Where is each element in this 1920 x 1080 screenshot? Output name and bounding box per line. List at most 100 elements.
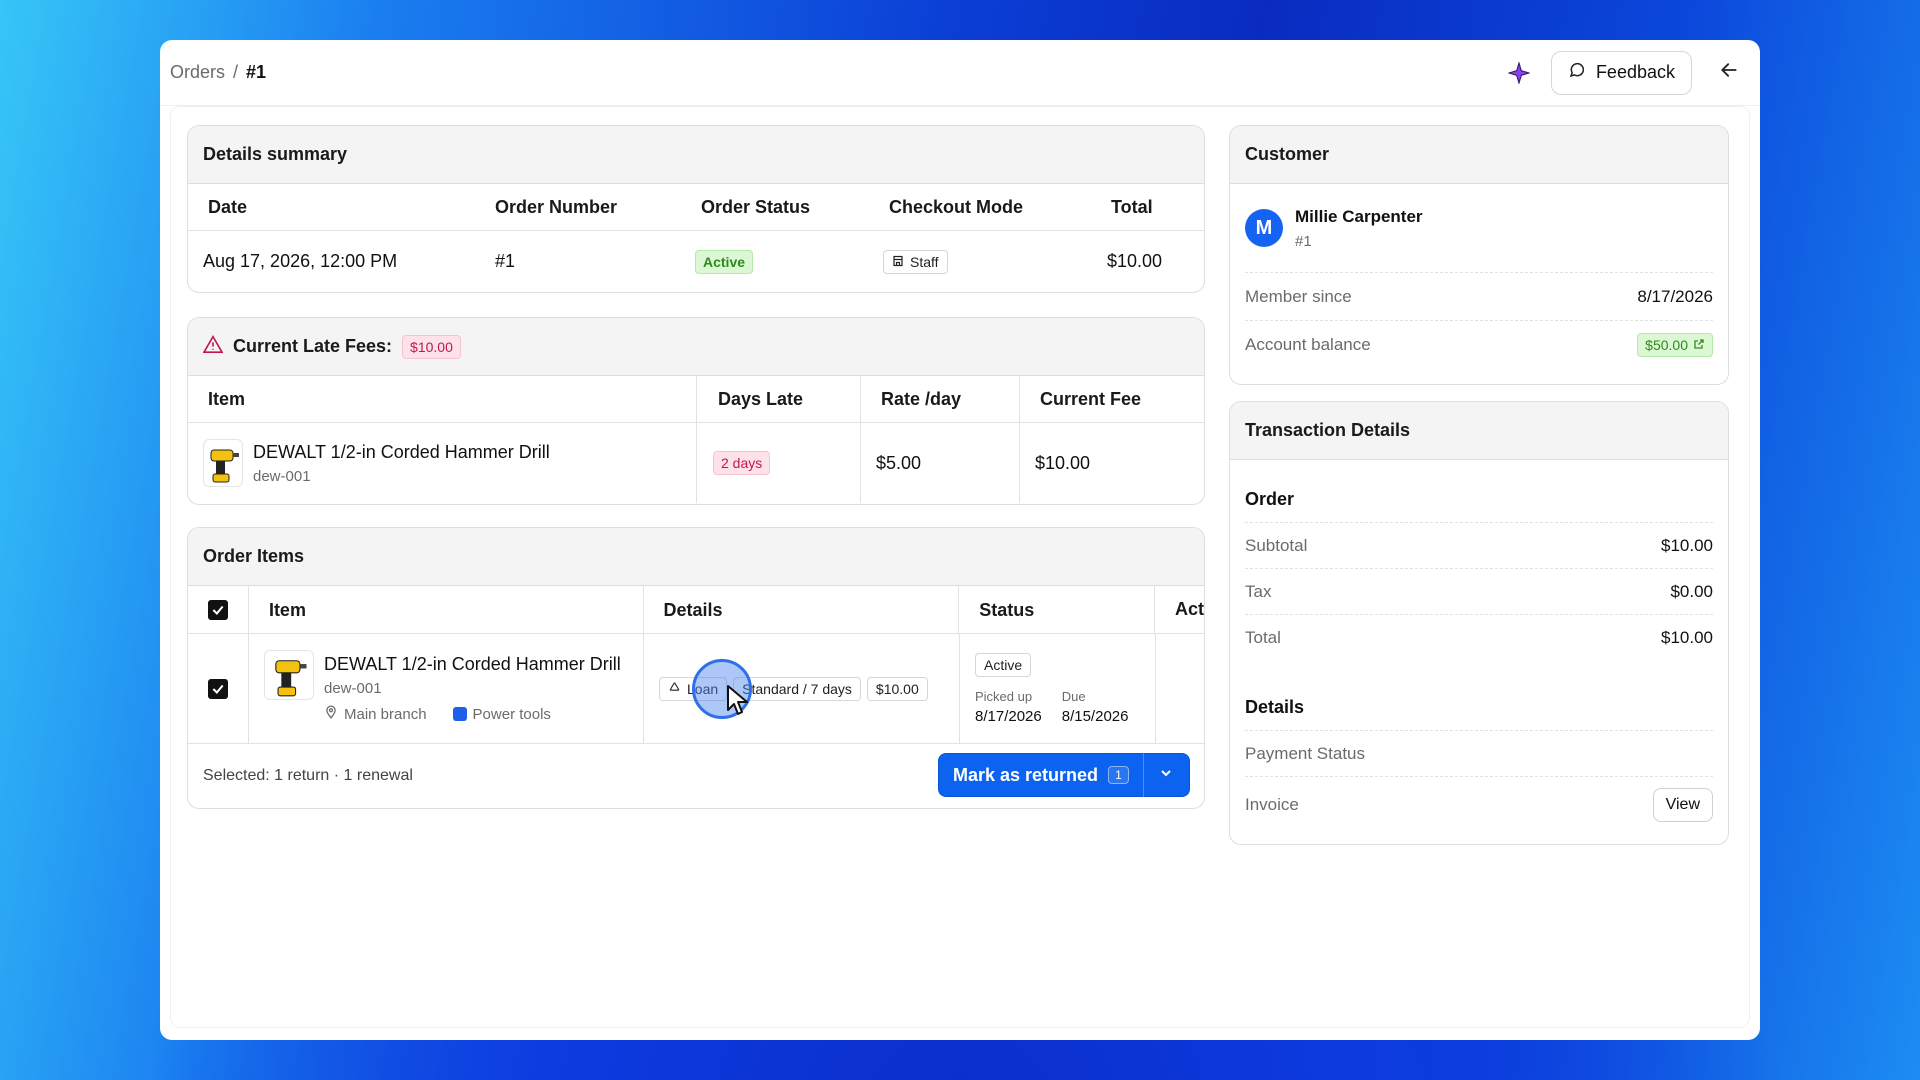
account-balance-badge[interactable]: $50.00 <box>1637 332 1713 357</box>
current-fee-cell: $10.00 <box>1019 423 1204 503</box>
picked-up-date: 8/17/2026 <box>975 707 1042 725</box>
select-all-cell <box>188 585 249 634</box>
location-pin-icon <box>324 705 338 723</box>
breadcrumb-separator: / <box>233 62 239 82</box>
order-item-cell: DEWALT 1/2-in Corded Hammer Drill dew-00… <box>249 633 644 744</box>
order-items-card: Order Items Item Details Status Act DEWA… <box>187 527 1205 809</box>
member-since-label: Member since <box>1245 286 1352 306</box>
customer-id: #1 <box>1295 232 1312 250</box>
late-fees-card: Current Late Fees: $10.00 Item Days Late… <box>187 317 1205 505</box>
main-content: Details summary Date Order Number Order … <box>170 106 1750 1028</box>
tax-row: Tax $0.00 <box>1245 568 1713 614</box>
top-bar: Orders / #1 Feedback <box>160 40 1760 106</box>
recycle-icon <box>668 681 681 697</box>
order-status-badge: Active <box>695 249 754 274</box>
rate-cell: $5.00 <box>860 423 1019 503</box>
member-since-row: Member since 8/17/2026 <box>1245 272 1713 320</box>
mark-as-returned-button[interactable]: Mark as returned 1 <box>939 753 1144 797</box>
breadcrumb-orders-link[interactable]: Orders <box>170 62 225 83</box>
col-actions: Act <box>1174 599 1204 619</box>
arrow-left-icon <box>1719 60 1739 85</box>
details-section-heading: Details <box>1245 697 1305 717</box>
loan-price-badge: $10.00 <box>866 676 928 701</box>
col-status: Status <box>959 585 1155 634</box>
drill-thumbnail <box>264 649 314 700</box>
payment-status-row: Payment Status <box>1245 730 1713 776</box>
customer-card: Customer M Millie Carpenter #1 Member si… <box>1229 125 1729 385</box>
col-checkout-mode: Checkout Mode <box>889 196 1024 217</box>
payment-status-label: Payment Status <box>1245 743 1366 763</box>
due-date: 8/15/2026 <box>1061 707 1129 725</box>
col-details: Details <box>644 585 960 634</box>
late-fees-header-row: Item Days Late Rate /day Current Fee <box>188 375 1204 423</box>
chevron-down-icon <box>1158 765 1174 786</box>
late-fee-row: DEWALT 1/2-in Corded Hammer Drill dew-00… <box>188 423 1204 503</box>
current-fee-value: $10.00 <box>1035 452 1091 473</box>
warning-triangle-icon <box>202 335 224 358</box>
mark-as-returned-dropdown-toggle[interactable] <box>1144 753 1188 797</box>
transaction-details-title: Transaction Details <box>1230 402 1728 460</box>
breadcrumb: Orders / #1 <box>170 62 266 83</box>
loan-plan-badge[interactable]: Standard / 7 days <box>733 676 861 701</box>
feedback-button[interactable]: Feedback <box>1550 50 1692 95</box>
account-balance-value: $50.00 <box>1645 336 1688 353</box>
order-number: #1 <box>495 251 516 271</box>
col-current-fee: Current Fee <box>1019 375 1141 423</box>
account-balance-label: Account balance <box>1245 334 1371 354</box>
invoice-label: Invoice <box>1245 794 1299 814</box>
summary-header-row: Date Order Number Order Status Checkout … <box>188 184 1204 231</box>
order-item-row[interactable]: DEWALT 1/2-in Corded Hammer Drill dew-00… <box>188 633 1204 744</box>
total-value: $10.00 <box>1661 627 1713 647</box>
col-item: Item <box>208 388 246 409</box>
breadcrumb-current: #1 <box>246 62 267 82</box>
subtotal-row: Subtotal $10.00 <box>1245 522 1713 568</box>
late-fee-item-cell: DEWALT 1/2-in Corded Hammer Drill dew-00… <box>188 439 696 487</box>
row-checkbox[interactable] <box>208 678 228 699</box>
account-balance-row: Account balance $50.00 <box>1245 320 1713 368</box>
select-all-checkbox[interactable] <box>207 599 228 620</box>
back-arrow-button[interactable] <box>1712 56 1746 90</box>
selection-summary: Selected: 1 return · 1 renewal <box>203 767 413 784</box>
app-window: Orders / #1 Feedback Details summary Dat… <box>160 40 1760 1040</box>
col-order-number: Order Number <box>495 196 618 217</box>
view-invoice-button[interactable]: View <box>1652 787 1713 822</box>
mark-as-returned-label: Mark as returned <box>953 764 1099 785</box>
col-date: Date <box>208 196 248 217</box>
picked-up-label: Picked up <box>975 688 1033 704</box>
chat-bubble-icon <box>1568 61 1586 84</box>
customer-title: Customer <box>1230 126 1728 184</box>
col-order-status: Order Status <box>701 196 811 217</box>
late-fees-header: Current Late Fees: $10.00 <box>188 318 1204 376</box>
total-label: Total <box>1245 627 1281 647</box>
category-label: Power tools <box>472 705 551 723</box>
ai-sparkle-icon[interactable] <box>1507 61 1531 85</box>
location-label: Main branch <box>344 705 427 723</box>
category-color-swatch <box>452 707 467 721</box>
member-since-value: 8/17/2026 <box>1637 286 1713 306</box>
order-total: $10.00 <box>1107 251 1163 271</box>
order-section-heading: Order <box>1245 489 1295 509</box>
row-select-cell <box>188 633 249 744</box>
order-item-details-cell: Loan Standard / 7 days $10.00 <box>644 633 960 744</box>
action-count-badge: 1 <box>1108 766 1129 784</box>
subtotal-value: $10.00 <box>1661 535 1713 555</box>
days-late-cell: 2 days <box>696 423 860 503</box>
col-total: Total <box>1111 196 1153 217</box>
late-fee-item-name: DEWALT 1/2-in Corded Hammer Drill <box>253 441 550 462</box>
avatar: M <box>1245 209 1283 247</box>
late-fee-item-sku: dew-001 <box>253 467 311 485</box>
tax-value: $0.00 <box>1670 581 1713 601</box>
total-row: Total $10.00 <box>1245 614 1713 660</box>
order-item-meta: Main branch Power tools <box>324 705 621 723</box>
order-items-title: Order Items <box>188 528 1204 586</box>
external-link-icon <box>1693 337 1705 353</box>
transaction-details-card: Transaction Details Order Subtotal $10.0… <box>1229 401 1729 845</box>
customer-profile[interactable]: M Millie Carpenter #1 <box>1245 184 1713 272</box>
col-days-late: Days Late <box>696 375 860 423</box>
order-item-status-cell: Active Picked up 8/17/2026 Due 8/15/2026 <box>960 633 1156 744</box>
drill-thumbnail <box>203 439 243 487</box>
store-icon <box>892 254 904 270</box>
mark-as-returned-split-button: Mark as returned 1 <box>938 753 1190 797</box>
order-items-header-row: Item Details Status Act <box>188 585 1204 634</box>
checkout-mode-badge: Staff <box>883 249 948 274</box>
